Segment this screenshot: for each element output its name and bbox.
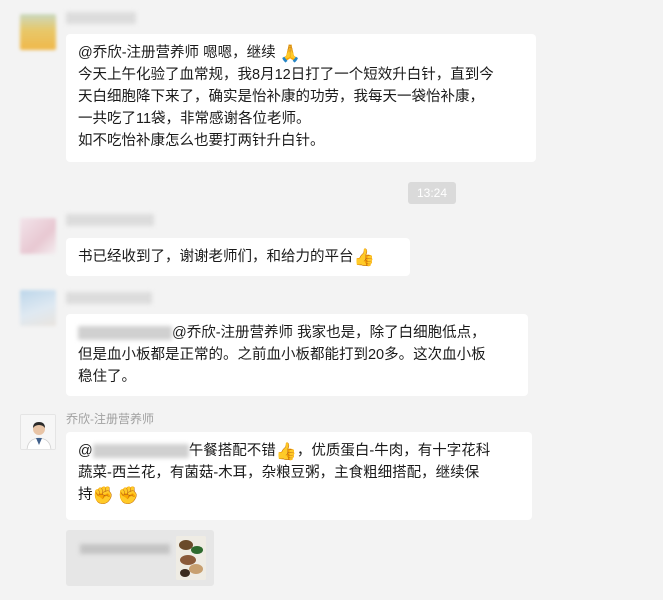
message-bubble[interactable]: @乔欣-注册营养师 我家也是，除了白细胞低点， 但是血小板都是正常的。之前血小板… — [66, 314, 528, 396]
doctor-avatar-icon — [21, 415, 55, 449]
quoted-text-blurred — [80, 544, 170, 554]
message-line: 一共吃了11袋，非常感谢各位老师。 — [78, 111, 311, 127]
message-line: 天白细胞降下来了，确实是怡补康的功劳，我每天一袋怡补康， — [78, 89, 484, 105]
avatar[interactable] — [20, 414, 56, 450]
message-line: 书已经收到了，谢谢老师们，和给力的平台👍 — [78, 248, 375, 268]
message-line: @ 午餐搭配不错👍，优质蛋白-牛肉，有十字花科 — [78, 442, 491, 462]
thumbs-up-icon: 👍 — [275, 442, 297, 462]
food-photo-icon — [176, 536, 206, 580]
message-line: 如不吃怡补康怎么也要打两针升白针。 — [78, 133, 325, 149]
message-line: 稳住了。 — [78, 369, 136, 385]
message-line: 蔬菜-西兰花，有菌菇-木耳，杂粮豆粥，主食粗细搭配，继续保 — [78, 465, 480, 481]
avatar[interactable] — [20, 14, 56, 50]
message-line: 持✊ ✊ — [78, 486, 139, 506]
avatar[interactable] — [20, 290, 56, 326]
mention-blurred — [92, 444, 189, 459]
message-bubble[interactable]: @乔欣-注册营养师 嗯嗯，继续 🙏 今天上午化验了血常规，我8月12日打了一个短… — [66, 34, 536, 162]
quoted-message-card[interactable] — [66, 530, 214, 586]
message-bubble[interactable]: @ 午餐搭配不错👍，优质蛋白-牛肉，有十字花科 蔬菜-西兰花，有菌菇-木耳，杂粮豆… — [66, 432, 532, 520]
sender-name: 乔欣-注册营养师 — [66, 412, 154, 426]
raised-fist-icon: ✊ — [92, 486, 114, 506]
message-line: @乔欣-注册营养师 嗯嗯，继续 🙏 — [78, 44, 301, 64]
avatar[interactable] — [20, 218, 56, 254]
raised-fist-icon: ✊ — [117, 486, 139, 506]
message-bubble[interactable]: 书已经收到了，谢谢老师们，和给力的平台👍 — [66, 238, 410, 276]
timestamp: 13:24 — [408, 182, 456, 204]
quoted-image-thumbnail[interactable] — [176, 536, 206, 580]
thumbs-up-icon: 👍 — [353, 248, 375, 268]
praying-hands-icon: 🙏 — [279, 44, 301, 64]
message-line: @乔欣-注册营养师 我家也是，除了白细胞低点， — [78, 322, 516, 344]
message-line: 今天上午化验了血常规，我8月12日打了一个短效升白针，直到今 — [78, 67, 494, 83]
message-line: 但是血小板都是正常的。之前血小板都能打到20多。这次血小板 — [78, 347, 486, 363]
mention-blurred — [78, 326, 172, 341]
sender-name-blurred — [66, 12, 136, 24]
sender-name-blurred — [66, 292, 152, 304]
sender-name-blurred — [66, 214, 154, 226]
